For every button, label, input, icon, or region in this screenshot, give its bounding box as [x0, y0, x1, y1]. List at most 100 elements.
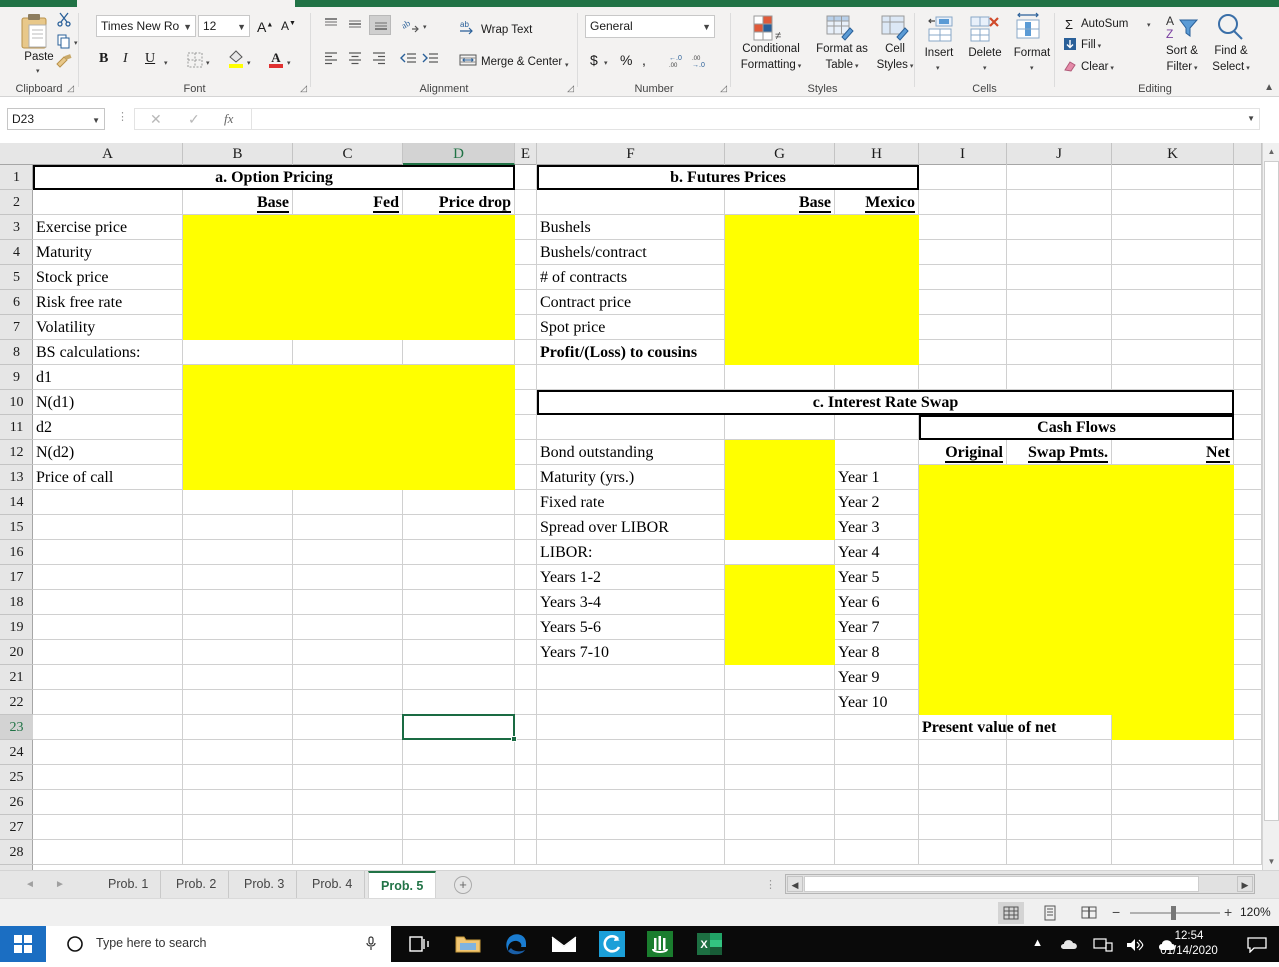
delete-button[interactable]: Delete	[961, 47, 1009, 59]
highlight-cash-flows[interactable]	[919, 465, 1234, 715]
column-header-G[interactable]: G	[725, 143, 835, 165]
number-dialog-launcher[interactable]: ◿	[720, 83, 727, 94]
hscroll-right-icon[interactable]: ▶	[1237, 876, 1253, 892]
alignment-dialog-launcher[interactable]: ◿	[567, 83, 574, 94]
grid-cell[interactable]	[835, 840, 919, 865]
grid-cell[interactable]	[403, 615, 515, 640]
grid-cell[interactable]	[515, 790, 537, 815]
grid-cell[interactable]	[515, 665, 537, 690]
grid-cell[interactable]	[725, 765, 835, 790]
grid-cell[interactable]	[33, 640, 183, 665]
grid-cell[interactable]	[515, 390, 537, 415]
grid-cell[interactable]	[403, 490, 515, 515]
delete-caret-icon[interactable]: ▾	[983, 64, 987, 72]
grid-cell[interactable]	[725, 740, 835, 765]
merge-center-icon[interactable]	[459, 53, 477, 72]
format-as-table-button[interactable]: Format as	[813, 43, 871, 55]
label-nd2[interactable]: N(d2)	[33, 440, 183, 465]
label-year-6[interactable]: Year 6	[835, 590, 919, 615]
grid-cell[interactable]	[515, 315, 537, 340]
increase-decimal-icon[interactable]: ←.0.00	[668, 53, 686, 74]
font-size-select[interactable]: 12 ▼	[198, 15, 250, 37]
accounting-caret-icon[interactable]: ▾	[604, 59, 608, 67]
grid-cell[interactable]	[1007, 215, 1112, 240]
label-maturity[interactable]: Maturity	[33, 240, 183, 265]
grid-cell[interactable]	[33, 490, 183, 515]
row-header-6[interactable]: 6	[0, 290, 33, 315]
grid-cell[interactable]	[403, 715, 515, 740]
label-contract-price[interactable]: Contract price	[537, 290, 725, 315]
grid-cell[interactable]	[293, 790, 403, 815]
conditional-formatting-button-2[interactable]: Formatting ▾	[731, 59, 811, 71]
borders-icon[interactable]	[187, 52, 203, 73]
grid-cell[interactable]	[537, 190, 725, 215]
grid-cell[interactable]	[515, 690, 537, 715]
grid-cell[interactable]	[515, 440, 537, 465]
row-header-26[interactable]: 26	[0, 790, 33, 815]
find-select-icon[interactable]	[1215, 12, 1245, 47]
label-spread-over-libor[interactable]: Spread over LIBOR	[537, 515, 725, 540]
grid-cell[interactable]	[1007, 340, 1112, 365]
underline-caret-icon[interactable]: ▾	[164, 59, 168, 67]
zoom-level-label[interactable]: 120%	[1240, 905, 1271, 919]
grid-cell[interactable]	[1234, 715, 1262, 740]
grid-cell[interactable]	[183, 715, 293, 740]
column-header-J[interactable]: J	[1007, 143, 1112, 165]
grid-cell[interactable]	[1234, 390, 1262, 415]
grid-cell[interactable]	[33, 515, 183, 540]
grid-cell[interactable]	[1234, 540, 1262, 565]
grid-cell[interactable]	[1007, 315, 1112, 340]
clipboard-dialog-launcher[interactable]: ◿	[67, 83, 74, 94]
sheet-tab-prob-4[interactable]: Prob. 4	[300, 871, 366, 898]
label-volatility[interactable]: Volatility	[33, 315, 183, 340]
decrease-indent-icon[interactable]	[399, 51, 417, 70]
hdr-swap-pmts[interactable]: Swap Pmts.	[1007, 440, 1112, 465]
label-nd1[interactable]: N(d1)	[33, 390, 183, 415]
grid-cell[interactable]	[183, 590, 293, 615]
taskbar-clock[interactable]: 12:54 01/14/2020	[1141, 929, 1237, 959]
zoom-in-button[interactable]: +	[1224, 904, 1232, 920]
page-layout-view-button[interactable]	[1037, 902, 1063, 924]
grid-cell[interactable]	[183, 740, 293, 765]
row-header-19[interactable]: 19	[0, 615, 33, 640]
grid-cell[interactable]	[1234, 265, 1262, 290]
grid-cell[interactable]	[515, 590, 537, 615]
grid-cell[interactable]	[515, 465, 537, 490]
grid-cell[interactable]	[725, 715, 835, 740]
horizontal-scrollbar[interactable]: ◀ ▶	[785, 874, 1255, 894]
grid-cell[interactable]	[293, 815, 403, 840]
grid-cell[interactable]	[183, 540, 293, 565]
label-bond-outstanding[interactable]: Bond outstanding	[537, 440, 725, 465]
sheet-tab-prob-5[interactable]: Prob. 5	[368, 871, 437, 898]
grid-cell[interactable]	[1007, 815, 1112, 840]
title-cash-flows[interactable]: Cash Flows	[919, 415, 1234, 440]
grid-cell[interactable]	[403, 540, 515, 565]
highlight-futures-inputs[interactable]	[725, 215, 919, 365]
grid-cell[interactable]	[1234, 165, 1262, 190]
percent-format-button[interactable]: %	[620, 52, 632, 68]
task-view-icon[interactable]	[396, 926, 444, 962]
scroll-up-icon[interactable]: ▲	[1263, 143, 1279, 160]
grid-cell[interactable]	[919, 365, 1007, 390]
zoom-slider-thumb[interactable]	[1171, 906, 1176, 920]
cell-area[interactable]: a. Option Pricing b. Futures Prices Base Fe…	[33, 165, 1263, 870]
grid-cell[interactable]	[1007, 290, 1112, 315]
grid-cell[interactable]	[835, 365, 919, 390]
grid-cell[interactable]	[1112, 240, 1234, 265]
merge-center-button[interactable]: Merge & Center	[481, 56, 562, 68]
grid-cell[interactable]	[33, 690, 183, 715]
highlight-option-inputs[interactable]	[183, 215, 515, 340]
label-year-7[interactable]: Year 7	[835, 615, 919, 640]
vertical-scrollbar[interactable]: ▲ ▼	[1262, 143, 1279, 870]
insert-button[interactable]: Insert	[915, 47, 963, 59]
copy-icon[interactable]	[56, 33, 72, 54]
column-header-C[interactable]: C	[293, 143, 403, 165]
title-interest-rate-swap[interactable]: c. Interest Rate Swap	[537, 390, 1234, 415]
grid-cell[interactable]	[403, 665, 515, 690]
grid-cell[interactable]	[835, 740, 919, 765]
grid-cell[interactable]	[293, 590, 403, 615]
grid-cell[interactable]	[1234, 315, 1262, 340]
grid-cell[interactable]	[1234, 615, 1262, 640]
grid-cell[interactable]	[293, 690, 403, 715]
copy-caret-icon[interactable]: ▾	[74, 39, 78, 47]
